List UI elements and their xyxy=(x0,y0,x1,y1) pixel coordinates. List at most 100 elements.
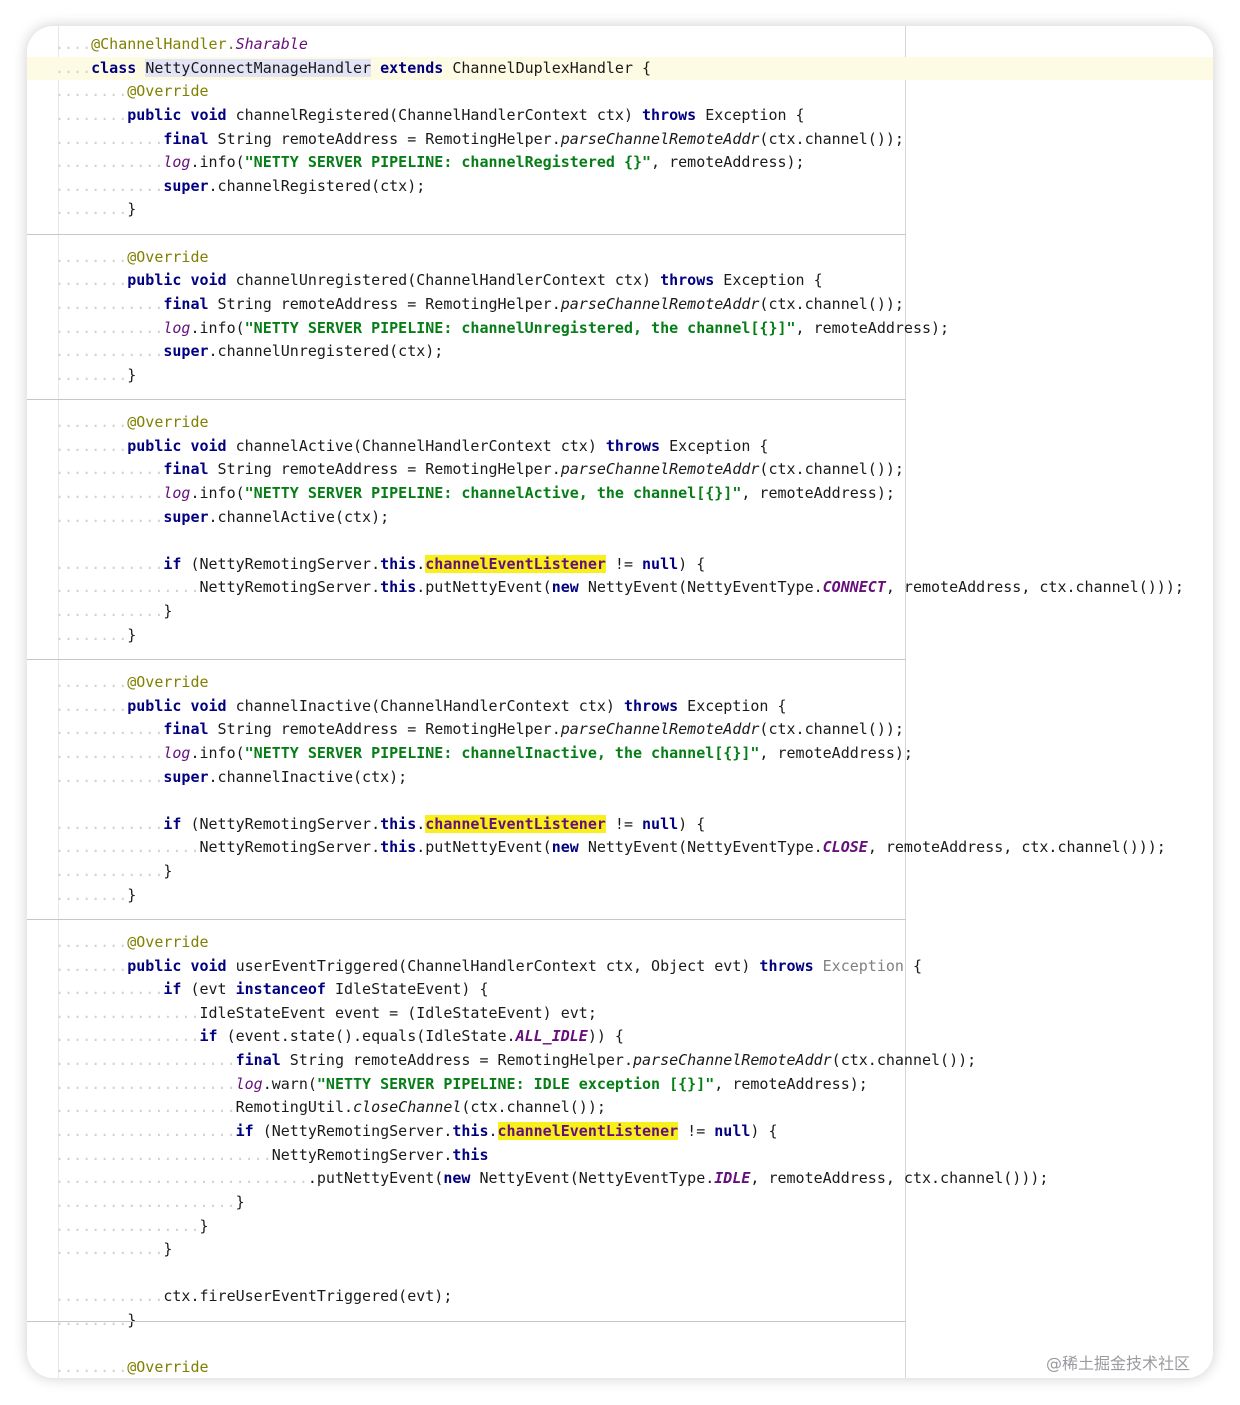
code-line[interactable]: ................NettyRemotingServer.this… xyxy=(27,836,1213,859)
code-token: parseChannelRemoteAddr xyxy=(560,129,760,148)
code-token: } xyxy=(127,885,137,904)
code-line-text: ........} xyxy=(55,885,137,904)
code-token: parseChannelRemoteAddr xyxy=(632,1051,832,1070)
code-line[interactable]: ........................NettyRemotingSer… xyxy=(27,1144,1213,1167)
code-line[interactable]: ........@Override xyxy=(27,671,1213,694)
code-line[interactable]: ............final String remoteAddress =… xyxy=(27,128,1213,151)
code-line[interactable]: ............} xyxy=(27,1238,1213,1261)
code-token: String remoteAddress = RemotingHelper. xyxy=(208,129,561,148)
code-token: .channelRegistered(ctx); xyxy=(208,176,426,195)
code-token: String remoteAddress = RemotingHelper. xyxy=(208,294,561,313)
code-line-text: ................NettyRemotingServer.this… xyxy=(55,578,1184,597)
code-token: NettyEvent(NettyEventType. xyxy=(578,838,823,857)
code-token: log xyxy=(163,743,191,762)
code-line-text: ....................final String remoteA… xyxy=(55,1051,977,1070)
code-line[interactable]: ............log.info("NETTY SERVER PIPEL… xyxy=(27,151,1213,174)
code-line[interactable]: ............final String remoteAddress =… xyxy=(27,458,1213,481)
code-token: NettyEvent(NettyEventType. xyxy=(470,1169,715,1188)
code-token: .channelUnregistered(ctx); xyxy=(208,342,444,361)
code-line-text: ........@Override xyxy=(55,82,209,101)
code-line-text: ........@Override xyxy=(55,1358,209,1377)
code-line[interactable]: ............ctx.fireUserEventTriggered(e… xyxy=(27,1285,1213,1308)
code-line[interactable]: .............................putNettyEve… xyxy=(27,1167,1213,1190)
code-token: Exception { xyxy=(678,696,787,715)
code-line[interactable]: ........} xyxy=(27,364,1213,387)
code-token: if xyxy=(199,1027,218,1046)
code-line-text: ....@ChannelHandler.Sharable xyxy=(55,35,308,53)
code-line[interactable]: ........@Override xyxy=(27,1356,1213,1378)
code-line[interactable]: ............} xyxy=(27,860,1213,883)
code-token: log xyxy=(163,153,191,172)
code-line-text: ........} xyxy=(55,200,137,219)
code-line[interactable]: ....................final String remoteA… xyxy=(27,1049,1213,1072)
code-line[interactable]: ............super.channelUnregistered(ct… xyxy=(27,340,1213,363)
code-line[interactable]: ........} xyxy=(27,624,1213,647)
code-token: @Override xyxy=(127,247,209,266)
code-line[interactable]: ........@Override xyxy=(27,246,1213,269)
code-editor[interactable]: ....@ChannelHandler.Sharable ....class Ne… xyxy=(27,26,1213,1378)
code-line-text: ........public void channelActive(Channe… xyxy=(55,436,769,455)
code-line[interactable]: ........@Override xyxy=(27,411,1213,434)
code-line[interactable]: ....................RemotingUtil.closeCh… xyxy=(27,1096,1213,1119)
code-line[interactable]: ............if (NettyRemotingServer.this… xyxy=(27,813,1213,836)
code-line-text: ............} xyxy=(55,862,173,881)
code-line[interactable]: ........@Override xyxy=(27,80,1213,103)
code-line[interactable]: ........public void channelActive(Channe… xyxy=(27,435,1213,458)
code-line[interactable]: ....@ChannelHandler.Sharable xyxy=(27,33,1213,56)
code-line[interactable]: ....................} xyxy=(27,1191,1213,1214)
code-token: "NETTY SERVER PIPELINE: channelUnregiste… xyxy=(244,318,796,337)
code-line[interactable]: ........} xyxy=(27,198,1213,221)
code-token: parseChannelRemoteAddr xyxy=(560,460,760,479)
code-line-text: ........public void channelInactive(Chan… xyxy=(55,696,787,715)
code-token: (ctx.channel()); xyxy=(461,1098,606,1117)
code-line[interactable]: ....................if (NettyRemotingSer… xyxy=(27,1120,1213,1143)
code-token: class xyxy=(91,58,137,77)
code-line[interactable]: ........@Override xyxy=(27,931,1213,954)
code-line[interactable]: ............} xyxy=(27,600,1213,623)
code-line[interactable]: ............final String remoteAddress =… xyxy=(27,718,1213,741)
code-line[interactable]: ....................log.warn("NETTY SERV… xyxy=(27,1073,1213,1096)
code-line[interactable]: ................IdleStateEvent event = (… xyxy=(27,1002,1213,1025)
code-token: new xyxy=(443,1169,471,1188)
code-token: if xyxy=(163,554,182,573)
code-line[interactable]: ....class NettyConnectManageHandler exte… xyxy=(27,56,1213,80)
code-line[interactable]: ........public void userEventTriggered(C… xyxy=(27,955,1213,978)
code-token: (ctx.channel()); xyxy=(759,294,904,313)
code-token: (event.state().equals(IdleState. xyxy=(217,1027,516,1046)
code-line[interactable] xyxy=(27,1262,1213,1285)
code-line[interactable]: ............super.channelInactive(ctx); xyxy=(27,766,1213,789)
code-line[interactable]: ........public void channelUnregistered(… xyxy=(27,269,1213,292)
code-token: public void xyxy=(127,436,227,455)
code-token: throws xyxy=(623,696,679,715)
code-token: Exception xyxy=(822,956,904,975)
code-token: NettyEvent(NettyEventType. xyxy=(578,578,823,597)
code-token: , remoteAddress); xyxy=(714,1074,868,1093)
code-line[interactable]: ............if (evt instanceof IdleState… xyxy=(27,978,1213,1001)
code-line[interactable]: ................NettyRemotingServer.this… xyxy=(27,576,1213,599)
code-line[interactable]: ............super.channelActive(ctx); xyxy=(27,506,1213,529)
code-line[interactable]: ............super.channelRegistered(ctx)… xyxy=(27,175,1213,198)
code-line[interactable]: ............final String remoteAddress =… xyxy=(27,293,1213,316)
code-line[interactable]: ................if (event.state().equals… xyxy=(27,1025,1213,1048)
code-line[interactable] xyxy=(27,529,1213,552)
code-line[interactable]: ............log.info("NETTY SERVER PIPEL… xyxy=(27,482,1213,505)
code-line-text: ........@Override xyxy=(55,413,209,432)
code-line[interactable]: ........public void channelInactive(Chan… xyxy=(27,695,1213,718)
code-line[interactable]: ........} xyxy=(27,884,1213,907)
code-line[interactable]: ............log.info("NETTY SERVER PIPEL… xyxy=(27,742,1213,765)
code-line[interactable]: ............log.info("NETTY SERVER PIPEL… xyxy=(27,317,1213,340)
code-line[interactable]: ........public void channelRegistered(Ch… xyxy=(27,104,1213,127)
code-token: Exception { xyxy=(696,105,805,124)
code-token: (ctx.channel()); xyxy=(759,129,904,148)
code-token: parseChannelRemoteAddr xyxy=(560,294,760,313)
code-token: @Override xyxy=(127,932,209,951)
code-token: final xyxy=(163,460,209,479)
code-token: IdleStateEvent) { xyxy=(325,980,489,999)
code-line-text: ....class NettyConnectManageHandler exte… xyxy=(55,58,652,77)
code-line[interactable]: ............if (NettyRemotingServer.this… xyxy=(27,553,1213,576)
code-line[interactable]: ................} xyxy=(27,1215,1213,1238)
code-line[interactable] xyxy=(27,1333,1213,1356)
code-line[interactable] xyxy=(27,789,1213,812)
method-separator xyxy=(27,1320,906,1322)
